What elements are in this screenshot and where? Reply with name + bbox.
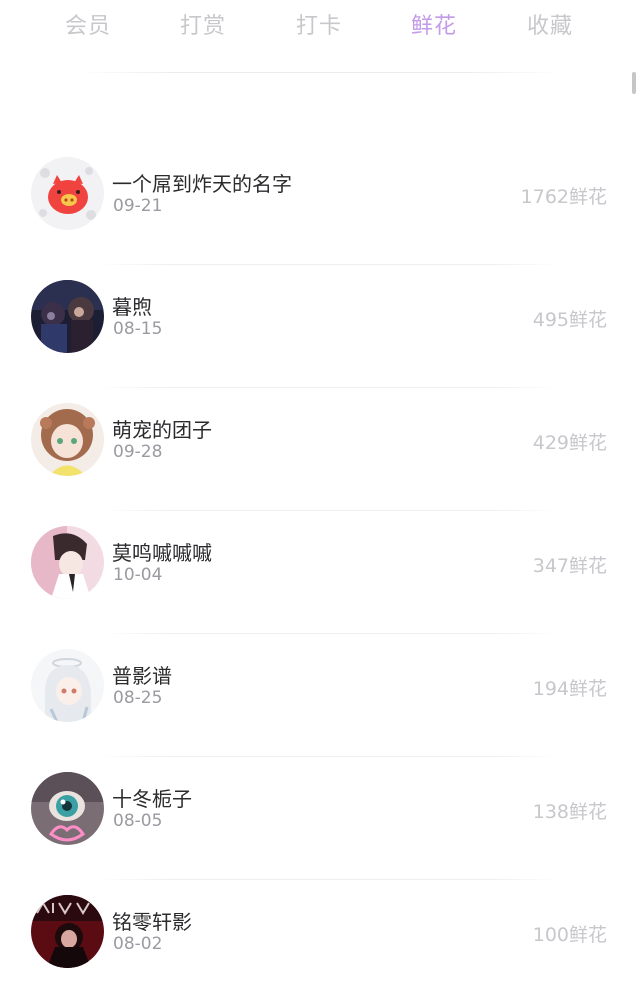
gift-date: 08-02 [113,934,163,954]
tab-checkin[interactable]: 打卡 [274,8,364,40]
flower-amount: 100鲜花 [532,924,607,946]
gift-date: 08-25 [113,688,163,708]
flower-amount: 138鲜花 [532,801,607,823]
list-item[interactable]: 萌宠的团子 09-28 429鲜花 [0,388,640,511]
gift-date: 10-04 [113,565,163,585]
list-item[interactable]: 一个屌到炸天的名字 09-21 1762鲜花 [0,142,640,265]
list-item[interactable]: 暮煦 08-15 495鲜花 [0,265,640,388]
flower-list: 一个屌到炸天的名字 09-21 1762鲜花 暮煦 08-15 495鲜花 萌宠… [0,142,640,988]
flower-ranking-page: 会员 打赏 打卡 鲜花 收藏 一个屌到炸天的名字 09-21 1762鲜花 暮煦… [0,0,640,988]
pig-avatar-icon [31,157,104,230]
gift-date: 09-21 [113,196,163,216]
list-item[interactable]: 十冬栀子 08-05 138鲜花 [0,757,640,880]
user-name: 暮煦 [112,295,152,319]
eye-avatar-icon [31,772,104,845]
gift-date: 08-15 [113,319,163,339]
user-name: 一个屌到炸天的名字 [112,172,292,196]
white-hair-avatar-icon [31,649,104,722]
user-name: 萌宠的团子 [112,418,212,442]
dark-anime-avatar-icon [31,280,104,353]
flower-amount: 1762鲜花 [520,186,607,208]
brown-hair-girl-avatar-icon [31,403,104,476]
user-name: 铭零轩影 [112,910,192,934]
user-name: 莫鸣嘁嘁嘁 [112,541,212,565]
list-item[interactable]: 莫鸣嘁嘁嘁 10-04 347鲜花 [0,511,640,634]
flower-amount: 495鲜花 [532,309,607,331]
pink-anime-avatar-icon [31,526,104,599]
scrollbar[interactable] [632,72,636,94]
flower-amount: 429鲜花 [532,432,607,454]
tab-bar: 会员 打赏 打卡 鲜花 收藏 [0,0,640,50]
list-item[interactable]: 铭零轩影 08-02 100鲜花 [0,880,640,988]
gift-date: 09-28 [113,442,163,462]
tab-favorites[interactable]: 收藏 [505,8,595,40]
tab-member[interactable]: 会员 [43,8,133,40]
tab-flowers[interactable]: 鲜花 [389,8,479,40]
user-name: 普影谱 [112,664,172,688]
user-name: 十冬栀子 [112,787,192,811]
gift-date: 08-05 [113,811,163,831]
list-item[interactable]: 普影谱 08-25 194鲜花 [0,634,640,757]
tab-reward[interactable]: 打赏 [158,8,248,40]
red-dark-avatar-icon [31,895,104,968]
flower-amount: 347鲜花 [532,555,607,577]
flower-amount: 194鲜花 [532,678,607,700]
tab-divider [80,72,560,73]
